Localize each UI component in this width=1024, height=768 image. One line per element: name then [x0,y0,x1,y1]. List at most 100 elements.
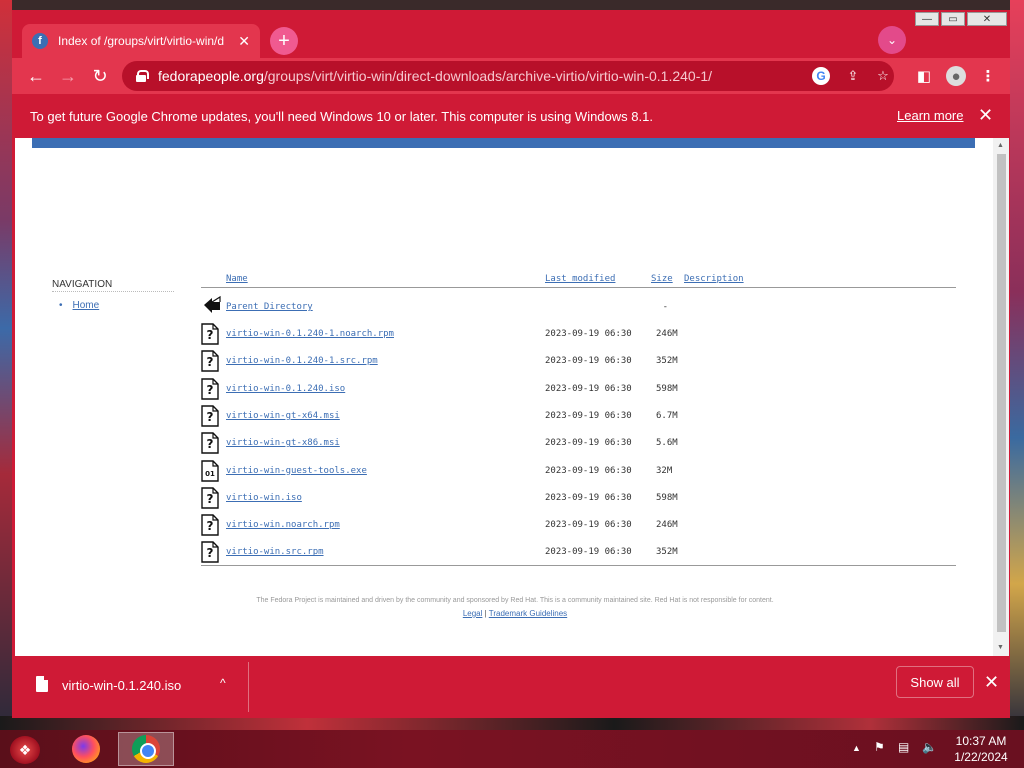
footer-notice: The Fedora Project is maintained and dri… [256,597,774,604]
trademark-guidelines-link[interactable]: Trademark Guidelines [489,609,567,618]
tab-close-icon[interactable]: ✕ [238,33,250,50]
google-lens-icon[interactable]: G [812,67,830,85]
address-bar[interactable]: fedorapeople.org/groups/virt/virtio-win/… [122,61,894,91]
file-link[interactable]: virtio-win-gt-x86.msi [226,438,340,448]
vertical-scrollbar[interactable]: ▲ ▼ [993,138,1009,656]
reload-button[interactable]: ↻ [88,64,112,88]
download-shelf-close-icon[interactable]: ✕ [984,672,999,693]
svg-text:?: ? [207,492,214,506]
svg-text:?: ? [207,328,214,342]
sort-size-link[interactable]: Size [651,274,673,284]
unknown-file-icon: ? [201,487,219,509]
maximize-button[interactable]: ▭ [941,12,965,26]
file-link[interactable]: virtio-win.iso [226,493,302,503]
table-row: ? virtio-win-0.1.240-1.src.rpm 2023-09-19 … [201,350,956,383]
file-last-modified: 2023-09-19 06:30 [545,492,632,503]
file-last-modified: 2023-09-19 06:30 [545,465,632,476]
lock-icon[interactable] [136,70,149,82]
parent-size: - [662,302,668,312]
tab-search-icon[interactable]: ⌄ [878,26,906,54]
unknown-file-icon: ? [201,432,219,454]
show-hidden-icons-icon[interactable]: ▲ [852,743,861,753]
close-window-button[interactable]: ✕ [967,12,1007,26]
browser-toolbar: ← → ↻ fedorapeople.org/groups/virt/virti… [12,58,1010,94]
firefox-icon [72,735,100,763]
parent-directory-link[interactable]: Parent Directory [226,302,313,312]
table-row: ? virtio-win-gt-x64.msi 2023-09-19 06:30 6.… [201,405,956,438]
file-size: 598M [656,492,678,503]
file-last-modified: 2023-09-19 06:30 [545,410,632,421]
system-clock[interactable]: 10:37 AM 1/22/2024 [950,733,1012,765]
action-center-flag-icon[interactable]: ⚑ [874,740,885,754]
file-last-modified: 2023-09-19 06:30 [545,547,632,558]
file-link[interactable]: virtio-win-0.1.240-1.src.rpm [226,356,378,366]
back-button[interactable]: ← [24,64,48,88]
download-separator [248,662,249,712]
windows-taskbar: ❖ ▲ ⚑ ▤ 🔈 10:37 AM 1/22/2024 [0,730,1024,768]
parent-directory-row: Parent Directory - [201,295,956,329]
share-icon[interactable]: ⇪ [844,67,862,85]
download-item[interactable]: virtio-win-0.1.240.iso [62,678,181,693]
sort-name-link[interactable]: Name [226,274,248,284]
side-panel-icon[interactable]: ◧ [914,66,934,86]
table-row: ? virtio-win.src.rpm 2023-09-19 06:30 352M [201,541,956,574]
network-icon[interactable]: ▤ [898,740,909,754]
table-row: ? virtio-win.noarch.rpm 2023-09-19 06:30 24… [201,514,956,547]
desktop-left-edge [0,0,12,730]
file-last-modified: 2023-09-19 06:30 [545,329,632,339]
download-options-chevron-icon[interactable]: ^ [220,676,226,690]
file-size: 352M [656,356,678,367]
nav-home-link[interactable]: Home [59,300,100,311]
update-infobar: To get future Google Chrome updates, you… [12,94,1010,138]
show-all-button[interactable]: Show all [896,666,974,698]
file-link[interactable]: virtio-win-gt-x64.msi [226,411,340,421]
chrome-menu-icon[interactable]: ⋮ [978,66,998,86]
unknown-file-icon: ? [201,514,219,536]
file-size: 5.6M [656,438,678,449]
profile-avatar-icon[interactable]: ● [946,66,966,86]
forward-button[interactable]: → [56,64,80,88]
learn-more-link[interactable]: Learn more [897,108,963,123]
file-size: 598M [656,383,678,394]
navigation-heading: NAVIGATION [52,279,113,290]
clock-date: 1/22/2024 [954,750,1008,764]
file-link[interactable]: virtio-win-0.1.240-1.noarch.rpm [226,329,394,339]
svg-text:?: ? [207,519,214,533]
svg-text:01: 01 [205,470,215,478]
start-button[interactable]: ❖ [10,736,40,764]
active-tab[interactable]: f Index of /groups/virt/virtio-win/d ✕ [22,24,260,58]
minimize-button[interactable]: — [915,12,939,26]
legal-link[interactable]: Legal [463,609,483,618]
sort-last-modified-link[interactable]: Last modified [545,274,615,284]
scroll-down-icon[interactable]: ▼ [997,644,1004,651]
chrome-taskbar-button[interactable] [118,732,174,766]
file-size: 246M [656,520,678,531]
file-link[interactable]: virtio-win-0.1.240.iso [226,384,345,394]
svg-text:?: ? [207,355,214,369]
scroll-thumb[interactable] [997,154,1006,632]
new-tab-button[interactable]: + [270,27,298,55]
fedora-favicon-icon: f [32,33,48,49]
scroll-up-icon[interactable]: ▲ [997,142,1004,149]
infobar-close-icon[interactable]: ✕ [978,105,993,126]
bookmark-star-icon[interactable]: ☆ [874,67,892,85]
sort-description-link[interactable]: Description [684,274,744,284]
url-text[interactable]: fedorapeople.org/groups/virt/virtio-win/… [158,68,712,84]
file-link[interactable]: virtio-win-guest-tools.exe [226,466,367,476]
svg-text:?: ? [207,410,214,424]
page-viewport: NAVIGATION Home Name Last modified Size … [15,138,1009,656]
footer-separator: | [484,609,487,618]
firefox-taskbar-button[interactable] [58,732,114,766]
header-band [32,138,975,148]
download-shelf: virtio-win-0.1.240.iso ^ Show all ✕ [12,656,1010,718]
url-host: fedorapeople.org [158,68,264,84]
unknown-file-icon: ? [201,541,219,564]
binary-file-icon: 01 [201,459,219,482]
unknown-file-icon: ? [201,350,219,372]
svg-text:?: ? [207,383,214,397]
table-row: ? virtio-win.iso 2023-09-19 06:30 598M [201,487,956,520]
file-link[interactable]: virtio-win.src.rpm [226,547,324,557]
file-link[interactable]: virtio-win.noarch.rpm [226,520,340,530]
volume-icon[interactable]: 🔈 [922,740,937,754]
browser-window: f Index of /groups/virt/virtio-win/d ✕ +… [12,10,1010,718]
